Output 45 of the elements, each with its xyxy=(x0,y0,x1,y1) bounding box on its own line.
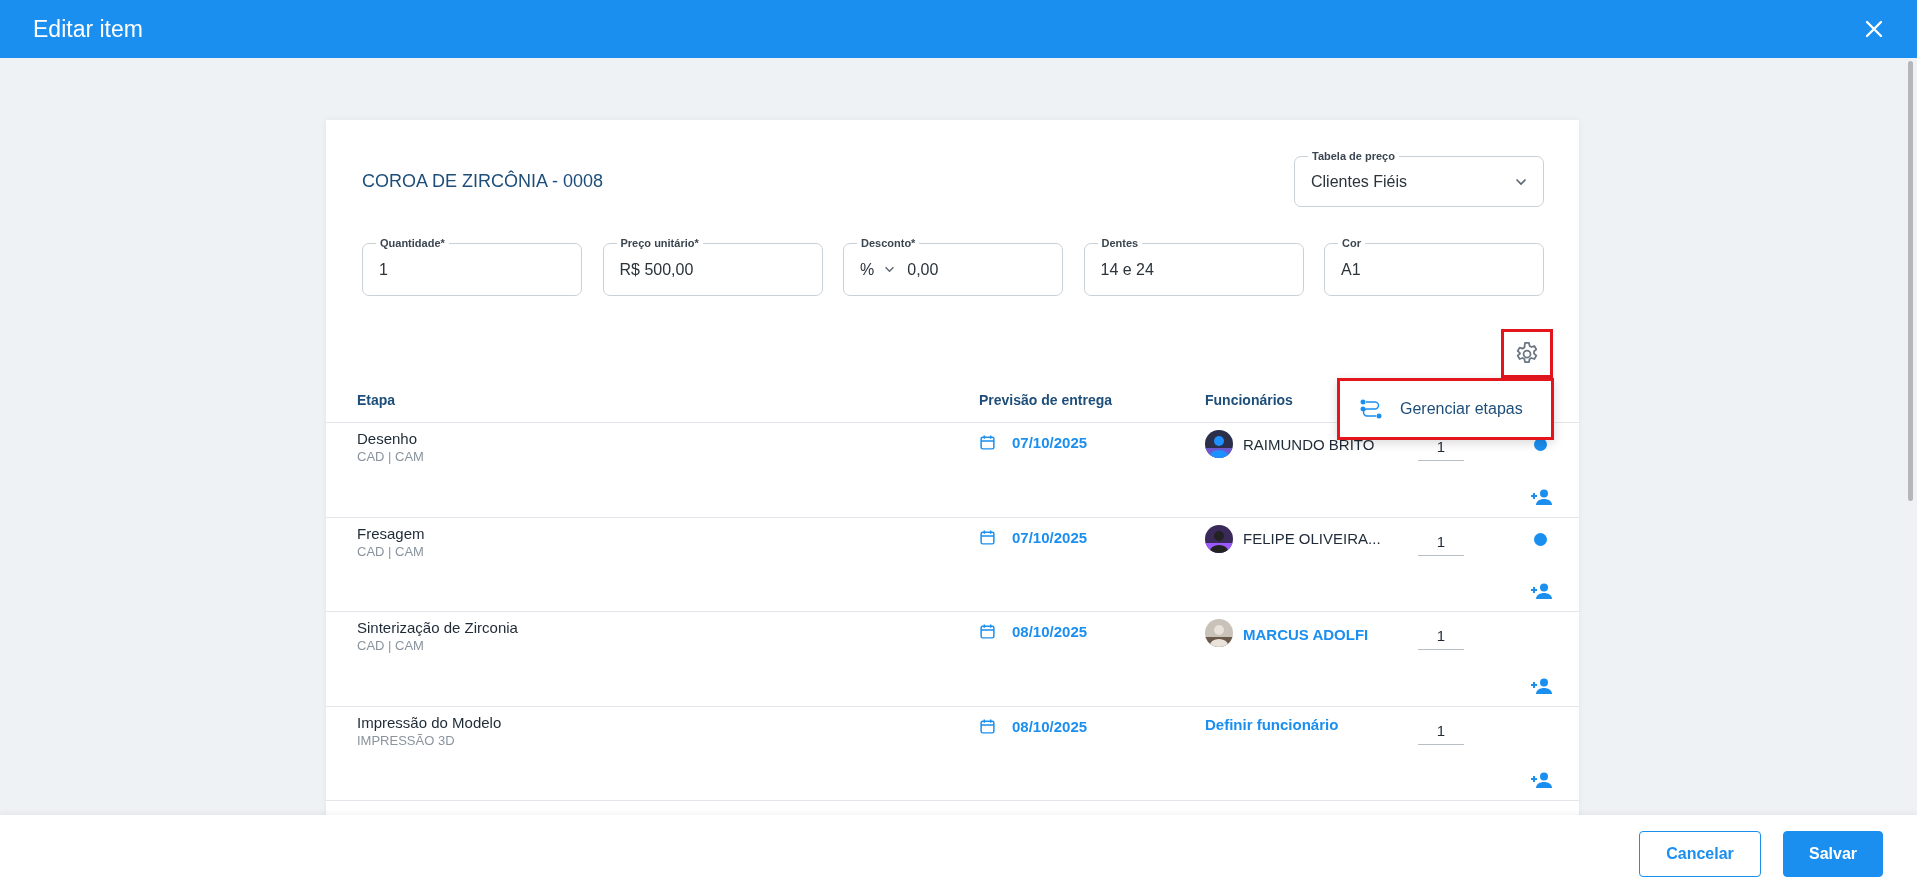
field-value: Clientes Fiéis xyxy=(1311,172,1408,191)
stage-category: CAD | CAM xyxy=(357,638,425,653)
employee-name: RAIMUNDO BRITO xyxy=(1243,435,1375,453)
field-label: Dentes xyxy=(1097,236,1143,250)
employee-name: FELIPE OLIVEIRA... xyxy=(1243,530,1381,547)
field-value: R$ 500,00 xyxy=(619,260,694,279)
menu-item[interactable]: Gerenciar etapas xyxy=(1340,381,1551,437)
column-header: Etapa xyxy=(357,392,397,408)
calendar-icon xyxy=(979,528,996,546)
field-label: Preço unitário* xyxy=(616,236,703,250)
column-header: Previsão de entrega xyxy=(979,392,1114,408)
add-person-icon[interactable] xyxy=(1531,772,1553,788)
settings-button[interactable] xyxy=(1501,329,1553,378)
unit-select[interactable]: % xyxy=(860,260,896,279)
stage-name: Impressão do Modelo xyxy=(357,713,503,731)
field-value: A1 xyxy=(1341,260,1361,279)
stages-icon xyxy=(1360,398,1382,420)
add-person-icon[interactable] xyxy=(1531,488,1553,505)
calendar-icon xyxy=(979,434,996,451)
field-value: 0,00 xyxy=(907,260,939,279)
stage-name: Fresagem xyxy=(357,524,426,542)
stage-category: IMPRESSÃO 3D xyxy=(357,732,456,748)
field-value: 14 e 24 xyxy=(1100,260,1154,279)
stage-category: CAD | CAM xyxy=(357,543,425,559)
close-icon[interactable] xyxy=(1865,20,1883,38)
quantity-field[interactable]: 1 xyxy=(1418,627,1464,650)
field-label: Tabela de preço xyxy=(1308,149,1399,163)
field-label: Cor xyxy=(1338,236,1365,250)
stage-name: Desenho xyxy=(357,430,419,447)
item-title: COROA DE ZIRCÔNIA - 0008 xyxy=(362,171,604,192)
field-value: 1 xyxy=(379,260,388,279)
chevron-icon xyxy=(1515,177,1527,186)
scrollbar[interactable] xyxy=(1908,61,1913,501)
stage-name: Sinterização de Zirconia xyxy=(357,619,519,636)
add-person-icon[interactable] xyxy=(1531,583,1553,599)
add-person-icon[interactable] xyxy=(1531,677,1553,694)
chevron-icon xyxy=(884,266,896,273)
quantity-field[interactable]: 1 xyxy=(1418,532,1464,556)
quantity-field[interactable]: 1 xyxy=(1418,721,1464,745)
calendar-icon xyxy=(979,717,996,735)
field-label: Quantidade* xyxy=(376,236,449,250)
window-title: Editar item xyxy=(33,15,143,43)
field-label: Desconto* xyxy=(857,236,920,250)
stage-category: CAD | CAM xyxy=(357,449,425,464)
calendar-icon xyxy=(979,623,996,640)
